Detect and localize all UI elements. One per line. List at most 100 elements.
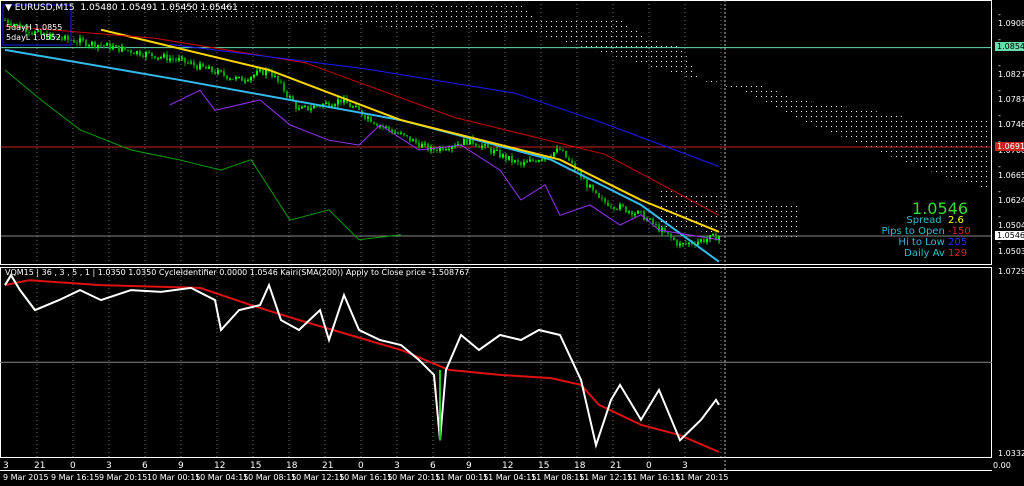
candle-body (121, 46, 123, 52)
candle-body (136, 51, 138, 55)
candle-body (127, 49, 129, 51)
candle-body (655, 224, 657, 226)
spread-value: 2.6 (948, 215, 964, 226)
candle-body (229, 78, 231, 80)
hour-label: 12 (214, 461, 226, 471)
hour-label: 21 (610, 461, 622, 471)
candle-body (223, 71, 225, 76)
candle-body (697, 241, 699, 245)
candle-body (529, 159, 531, 162)
candle-body (517, 160, 519, 163)
candle-body (634, 213, 636, 216)
candle-body (385, 126, 387, 128)
hour-label: 18 (286, 461, 298, 471)
hour-label: 12 (502, 461, 514, 471)
candle-body (493, 150, 495, 154)
candle-body (163, 54, 165, 58)
price-tick: - 1.09080 (998, 10, 1024, 28)
candle-body (592, 184, 594, 191)
price-tick: - 1.06240 (998, 187, 1024, 206)
candle-body (211, 66, 213, 72)
candle-body (562, 149, 564, 151)
symbol: EURUSD,M15 (14, 3, 75, 13)
candle-body (652, 218, 654, 225)
candle-body (337, 99, 339, 105)
daily-label: Daily Av (904, 248, 945, 259)
candle-body (220, 69, 222, 72)
hour-label: 21 (322, 461, 334, 471)
date-label: 10 Mar 12:15 (291, 473, 345, 482)
candle-body (76, 42, 78, 44)
candle-body (508, 156, 510, 160)
candle-body (403, 133, 405, 136)
date-label: 9 Mar 2015 (3, 473, 49, 482)
candle-body (304, 105, 306, 107)
hour-label: 0 (358, 461, 364, 471)
sub-axis-top: 1.0729 (998, 267, 1024, 276)
candle-body (700, 239, 702, 242)
candle-body (298, 108, 300, 110)
candle-body (82, 38, 84, 41)
candle-body (703, 239, 705, 242)
candle-body (712, 233, 714, 236)
candle-body (259, 69, 261, 72)
candle-body (325, 102, 327, 104)
candle-body (619, 204, 621, 210)
hour-label: 6 (430, 461, 436, 471)
candle-body (301, 106, 303, 109)
price-chart[interactable] (0, 0, 1024, 486)
candle-body (349, 103, 351, 108)
candle-body (4, 19, 6, 21)
candle-body (154, 55, 156, 59)
candle-body (409, 136, 411, 142)
candle-body (613, 206, 615, 209)
candle-body (367, 117, 369, 119)
ohlc-values: 1.05480 1.05491 1.05450 1.05461 (80, 3, 238, 13)
candle-body (109, 43, 111, 50)
candle-body (541, 159, 543, 161)
date-label: 10 Mar 04:15 (195, 473, 249, 482)
candle-body (658, 224, 660, 232)
candle-body (226, 75, 228, 79)
candle-body (478, 145, 480, 148)
candle-body (679, 243, 681, 246)
pips-label: Pips to Open (881, 226, 945, 237)
candle-body (406, 135, 408, 137)
candle-body (670, 233, 672, 238)
candle-body (352, 106, 354, 108)
oscillator-red-line (4, 279, 720, 453)
symbol-header: ▼ EURUSD,M15 1.05480 1.05491 1.05450 1.0… (5, 3, 238, 13)
candle-body (649, 218, 651, 220)
candle-body (463, 139, 465, 146)
hour-label: 15 (250, 461, 262, 471)
info-hilo: Hi to Low 205 (898, 237, 968, 248)
info-pips: Pips to Open -150 (881, 226, 971, 237)
hour-label: 0 (646, 461, 652, 471)
candle-body (706, 239, 708, 242)
daily-value: 129 (948, 248, 968, 259)
candle-body (160, 57, 162, 59)
candle-body (577, 170, 579, 172)
date-label: 10 Mar 00:15 (147, 473, 201, 482)
candle-body (208, 66, 210, 69)
candle-body (283, 82, 285, 92)
spread-label: Spread (906, 215, 942, 226)
candle-body (589, 184, 591, 188)
hour-label: 9 (178, 461, 184, 471)
ichimoku-cloud-lower (660, 190, 800, 240)
candle-body (475, 143, 477, 146)
candle-body (241, 76, 243, 81)
candle-body (661, 227, 663, 232)
candle-body (556, 148, 558, 153)
candle-body (79, 38, 81, 43)
candle-body (598, 193, 600, 198)
date-label: 10 Mar 08:15 (243, 473, 297, 482)
candle-body (181, 57, 183, 59)
candle-body (214, 71, 216, 74)
candle-body (526, 161, 528, 163)
candle-body (169, 58, 171, 61)
candle-body (628, 211, 630, 213)
candle-body (571, 160, 573, 164)
candle-body (91, 41, 93, 46)
candle-body (112, 46, 114, 50)
